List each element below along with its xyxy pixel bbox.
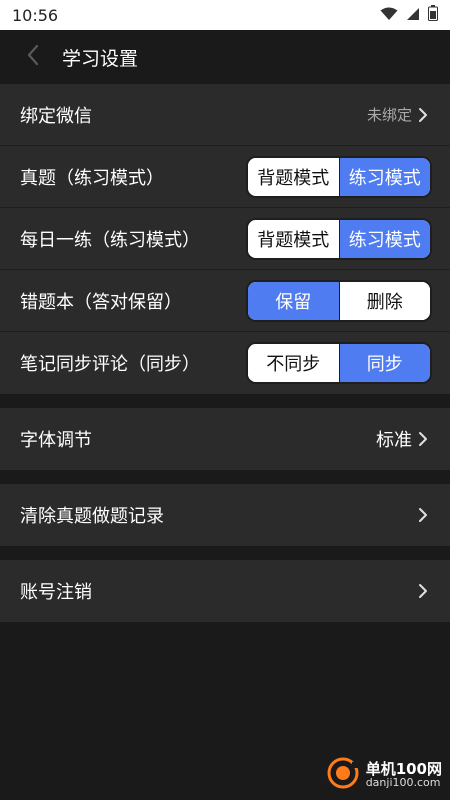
settings-group-main: 绑定微信 未绑定 真题（练习模式） 背题模式 练习模式 每日一练（练习模式） 背… bbox=[0, 84, 450, 394]
clear-records-label: 清除真题做题记录 bbox=[20, 506, 164, 527]
watermark-title: 单机100网 bbox=[365, 759, 442, 778]
status-time: 10:56 bbox=[12, 5, 59, 25]
account-cancel-label: 账号注销 bbox=[20, 582, 92, 603]
note-sync-segmented-control: 不同步 同步 bbox=[246, 342, 432, 384]
chevron-right-icon bbox=[418, 582, 430, 600]
daily-practice-option-memorize[interactable]: 背题模式 bbox=[248, 219, 339, 258]
font-setting-action[interactable]: 标准 bbox=[376, 426, 430, 452]
chevron-right-icon bbox=[418, 106, 430, 124]
settings-group-font: 字体调节 标准 bbox=[0, 408, 450, 470]
settings-group-account: 账号注销 bbox=[0, 560, 450, 622]
real-exam-option-memorize[interactable]: 背题模式 bbox=[248, 157, 339, 196]
note-sync-option-no-sync[interactable]: 不同步 bbox=[248, 344, 339, 382]
row-wrong-book: 错题本（答对保留） 保留 删除 bbox=[0, 270, 450, 332]
row-daily-practice: 每日一练（练习模式） 背题模式 练习模式 bbox=[0, 208, 450, 270]
back-button[interactable] bbox=[16, 40, 50, 74]
chevron-right-icon bbox=[418, 506, 430, 524]
daily-practice-label: 每日一练（练习模式） bbox=[20, 229, 200, 251]
real-exam-option-practice[interactable]: 练习模式 bbox=[338, 157, 430, 196]
watermark: 单机100网 danji100.com bbox=[326, 756, 442, 794]
status-icons bbox=[380, 5, 438, 25]
status-bar: 10:56 bbox=[0, 0, 450, 30]
chevron-right-icon bbox=[418, 430, 430, 448]
bind-wechat-value: 未绑定 bbox=[366, 106, 412, 124]
settings-group-clear: 清除真题做题记录 bbox=[0, 484, 450, 546]
row-account-cancel[interactable]: 账号注销 bbox=[0, 560, 450, 622]
wrong-book-option-delete[interactable]: 删除 bbox=[338, 281, 430, 320]
note-sync-option-sync[interactable]: 同步 bbox=[338, 344, 430, 382]
note-sync-label: 笔记同步评论（同步） bbox=[20, 354, 200, 375]
font-setting-value: 标准 bbox=[376, 430, 412, 451]
font-setting-label: 字体调节 bbox=[20, 430, 92, 451]
row-clear-records[interactable]: 清除真题做题记录 bbox=[0, 484, 450, 546]
real-exam-segmented-control: 背题模式 练习模式 bbox=[246, 155, 432, 198]
row-bind-wechat[interactable]: 绑定微信 未绑定 bbox=[0, 84, 450, 146]
page-title: 学习设置 bbox=[62, 47, 139, 70]
bind-wechat-label: 绑定微信 bbox=[20, 105, 92, 127]
real-exam-label: 真题（练习模式） bbox=[20, 167, 164, 189]
wrong-book-option-keep[interactable]: 保留 bbox=[248, 281, 339, 320]
row-note-sync: 笔记同步评论（同步） 不同步 同步 bbox=[0, 332, 450, 394]
nav-bar: 学习设置 bbox=[0, 30, 450, 84]
row-real-exam: 真题（练习模式） 背题模式 练习模式 bbox=[0, 146, 450, 208]
row-font-setting[interactable]: 字体调节 标准 bbox=[0, 408, 450, 470]
watermark-url: danji100.com bbox=[365, 776, 441, 790]
daily-practice-segmented-control: 背题模式 练习模式 bbox=[246, 217, 432, 260]
wifi-icon bbox=[380, 6, 398, 25]
wrong-book-segmented-control: 保留 删除 bbox=[246, 279, 432, 322]
watermark-text: 单机100网 danji100.com bbox=[366, 761, 442, 790]
daily-practice-option-practice[interactable]: 练习模式 bbox=[338, 219, 430, 258]
bind-wechat-action[interactable]: 未绑定 bbox=[367, 104, 430, 125]
chevron-left-icon bbox=[27, 44, 39, 70]
watermark-logo-icon bbox=[326, 756, 360, 794]
signal-icon bbox=[406, 6, 420, 25]
wrong-book-label: 错题本（答对保留） bbox=[20, 291, 182, 313]
battery-icon bbox=[428, 5, 438, 25]
